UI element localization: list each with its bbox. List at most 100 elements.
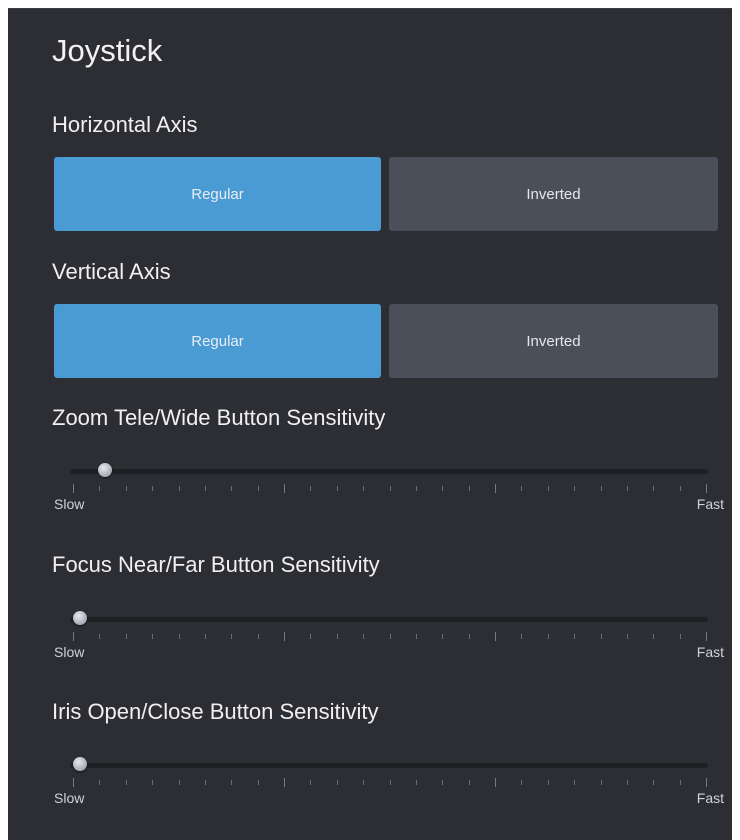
zoom-sensitivity-label: Zoom Tele/Wide Button Sensitivity: [52, 405, 386, 430]
slider-tick: [442, 780, 444, 785]
slider-tick: [679, 486, 681, 491]
slider-tick: [389, 634, 391, 639]
slider-tick: [336, 634, 338, 639]
slider-tick: [284, 484, 285, 493]
vertical-axis-label: Vertical Axis: [52, 259, 171, 284]
slider-track[interactable]: [70, 763, 708, 768]
slider-tick: [547, 780, 549, 785]
slider-tick: [231, 780, 233, 785]
slider-tick: [73, 778, 74, 787]
horizontal-axis-label: Horizontal Axis: [52, 112, 198, 137]
joystick-panel: Joystick Horizontal Axis Regular Inverte…: [8, 8, 732, 840]
slider-tick: [653, 780, 655, 785]
slider-tick: [389, 486, 391, 491]
slider-tick: [204, 486, 206, 491]
slider-tick: [336, 486, 338, 491]
slider-tick: [574, 634, 576, 639]
slider-tick: [495, 632, 496, 641]
slider-tick: [178, 634, 180, 639]
slider-max-label: Fast: [696, 496, 724, 512]
focus-sensitivity-label: Focus Near/Far Button Sensitivity: [52, 552, 380, 577]
slider-tick: [547, 634, 549, 639]
slider-tick: [495, 778, 496, 787]
slider-tick: [152, 486, 154, 491]
slider-thumb[interactable]: [73, 757, 87, 771]
slider-tick: [99, 634, 101, 639]
slider-tick: [178, 486, 180, 491]
slider-tick: [125, 486, 127, 491]
slider-tick: [363, 486, 365, 491]
slider-tick: [600, 486, 602, 491]
slider-tick: [468, 486, 470, 491]
slider-min-label: Slow: [54, 496, 85, 512]
iris-sensitivity-slider[interactable]: Slow Fast: [54, 755, 724, 806]
slider-tick: [363, 634, 365, 639]
slider-tick: [415, 780, 417, 785]
slider-track[interactable]: [70, 469, 708, 474]
slider-tick: [231, 486, 233, 491]
slider-tick: [125, 780, 127, 785]
slider-track[interactable]: [70, 617, 708, 622]
slider-ticks: [73, 484, 707, 496]
slider-thumb[interactable]: [73, 611, 87, 625]
slider-tick: [178, 780, 180, 785]
slider-tick: [363, 780, 365, 785]
slider-tick: [231, 634, 233, 639]
slider-tick: [521, 780, 523, 785]
slider-tick: [310, 486, 312, 491]
slider-tick: [125, 634, 127, 639]
slider-tick: [336, 780, 338, 785]
zoom-sensitivity-slider[interactable]: Slow Fast: [54, 461, 724, 512]
slider-tick: [468, 634, 470, 639]
slider-max-label: Fast: [696, 644, 724, 660]
slider-tick: [626, 634, 628, 639]
horizontal-axis-regular-button[interactable]: Regular: [54, 157, 381, 231]
panel-title: Joystick: [52, 33, 163, 68]
slider-thumb[interactable]: [98, 463, 113, 477]
slider-tick: [626, 780, 628, 785]
slider-tick: [99, 780, 101, 785]
horizontal-axis-inverted-button[interactable]: Inverted: [389, 157, 718, 231]
slider-min-label: Slow: [54, 644, 85, 660]
slider-tick: [257, 634, 259, 639]
slider-tick: [415, 486, 417, 491]
slider-tick: [152, 780, 154, 785]
slider-tick: [284, 778, 285, 787]
slider-tick: [600, 634, 602, 639]
slider-tick: [706, 484, 707, 493]
iris-sensitivity-label: Iris Open/Close Button Sensitivity: [52, 699, 379, 724]
slider-tick: [442, 634, 444, 639]
slider-tick: [389, 780, 391, 785]
slider-tick: [284, 632, 285, 641]
slider-tick: [600, 780, 602, 785]
slider-tick: [706, 778, 707, 787]
slider-tick: [257, 486, 259, 491]
vertical-axis-inverted-button[interactable]: Inverted: [389, 304, 718, 378]
slider-tick: [310, 780, 312, 785]
slider-tick: [310, 634, 312, 639]
slider-min-label: Slow: [54, 790, 85, 806]
slider-max-label: Fast: [696, 790, 724, 806]
slider-ticks: [73, 778, 707, 790]
slider-tick: [99, 486, 101, 491]
slider-tick: [706, 632, 707, 641]
vertical-axis-regular-button[interactable]: Regular: [54, 304, 381, 378]
vertical-axis-toggle: Regular Inverted: [54, 304, 718, 378]
slider-tick: [626, 486, 628, 491]
slider-ticks: [73, 632, 707, 644]
horizontal-axis-toggle: Regular Inverted: [54, 157, 718, 231]
slider-tick: [679, 780, 681, 785]
slider-tick: [653, 486, 655, 491]
focus-sensitivity-slider[interactable]: Slow Fast: [54, 609, 724, 660]
slider-tick: [547, 486, 549, 491]
slider-tick: [73, 632, 74, 641]
slider-tick: [679, 634, 681, 639]
slider-tick: [257, 780, 259, 785]
slider-tick: [653, 634, 655, 639]
slider-tick: [468, 780, 470, 785]
slider-tick: [204, 634, 206, 639]
slider-tick: [415, 634, 417, 639]
slider-tick: [204, 780, 206, 785]
slider-tick: [495, 484, 496, 493]
slider-tick: [574, 780, 576, 785]
